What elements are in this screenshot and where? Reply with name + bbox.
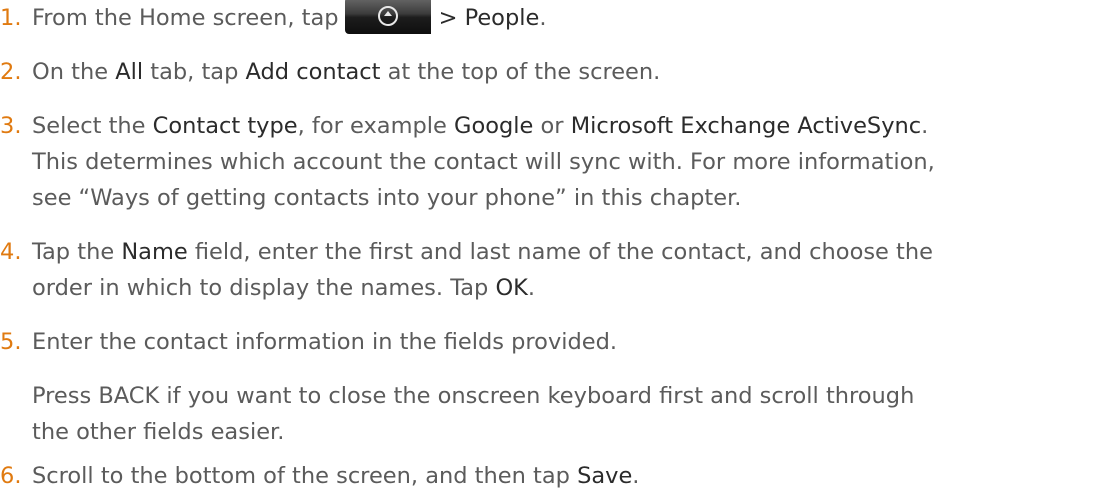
- step-number: 6.: [0, 463, 22, 489]
- step-text: field, enter the first and last name of …: [187, 239, 933, 265]
- step-line: order in which to display the names. Tap…: [0, 270, 1119, 306]
- step-keyword: OK: [495, 275, 528, 301]
- step-line: 4. Tap the Name field, enter the first an…: [0, 234, 1119, 270]
- step-text: .: [632, 463, 640, 489]
- step-line: see “Ways of getting contacts into your …: [32, 185, 742, 211]
- step-text: Enter the contact information in the fie…: [32, 329, 618, 355]
- step-text: Select the: [32, 113, 153, 139]
- step-number: 1.: [0, 5, 22, 31]
- step-text: or: [533, 113, 571, 139]
- step-line: This determines which account the contac…: [32, 149, 935, 175]
- step-keyword: Contact type: [152, 113, 298, 139]
- apps-launcher-icon: [344, 0, 431, 34]
- step-5: 5. Enter the contact information in the f…: [0, 324, 1119, 360]
- step-4: 4. Tap the Name field, enter the first an…: [0, 234, 1119, 306]
- step-keyword: All: [115, 59, 144, 85]
- up-arrow-icon: [377, 5, 398, 26]
- step-line: 5. Enter the contact information in the f…: [0, 324, 1119, 360]
- step-1: 1. From the Home screen, tap > People.: [0, 0, 1119, 37]
- step-text: .: [539, 5, 547, 31]
- step-keyword: Save: [577, 463, 633, 489]
- step-number: 4.: [0, 239, 22, 265]
- step-keyword: Add contact: [245, 59, 381, 85]
- note-line: the other fields easier.: [32, 419, 285, 445]
- step-keyword: Name: [121, 239, 188, 265]
- step-keyword: Microsoft Exchange ActiveSync: [570, 113, 922, 139]
- step-number: 5.: [0, 329, 22, 355]
- step-text: From the Home screen, tap: [32, 5, 339, 31]
- step-text: .: [921, 113, 929, 139]
- step-text: at the top of the screen.: [380, 59, 661, 85]
- step-2: 2. On the All tab, tap Add contact at the…: [0, 54, 1119, 90]
- step-number: 2.: [0, 59, 22, 85]
- step-3: 3. Select the Contact type, for example G…: [0, 108, 1119, 216]
- note-line: Press BACK if you want to close the onsc…: [32, 383, 915, 409]
- step-text: .: [527, 275, 536, 301]
- step-text: Tap the: [32, 239, 122, 265]
- step-keyword: > People: [438, 5, 540, 31]
- step-text: tab, tap: [143, 59, 246, 85]
- step-text: On the: [32, 59, 116, 85]
- step-text: order in which to display the names. Tap: [32, 275, 496, 301]
- step-line: 3. Select the Contact type, for example G…: [0, 108, 1119, 144]
- step-text: Scroll to the bottom of the screen, and …: [32, 463, 578, 489]
- step-keyword: Google: [454, 113, 534, 139]
- step-text: , for example: [297, 113, 455, 139]
- step-5-note: Press BACK if you want to close the onsc…: [0, 378, 1119, 450]
- step-number: 3.: [0, 113, 22, 139]
- step-6: 6. Scroll to the bottom of the screen, an…: [0, 458, 1119, 494]
